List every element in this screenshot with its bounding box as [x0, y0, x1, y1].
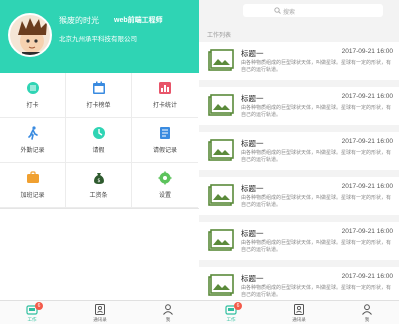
grid-item-label: 请假记录	[152, 148, 177, 154]
grid-item-label: 工资条	[89, 193, 108, 199]
list-item[interactable]: 标题一 2017-09-21 16:00 由各种物质组成的巨型球状天体，叫做星球。星…	[199, 42, 399, 80]
svg-text:$: $	[97, 178, 100, 184]
calendar-icon	[92, 81, 105, 94]
tab-label: 我	[165, 317, 171, 322]
tab-label: 通讯录	[292, 317, 306, 322]
grid-item-label: 加班记录	[20, 193, 45, 199]
grid-item-statistics[interactable]: 打卡统计	[132, 73, 198, 118]
tab-label: 工作	[226, 317, 236, 322]
person-icon	[362, 304, 372, 315]
grid-item-clock-in[interactable]: 打卡	[0, 73, 66, 118]
item-date: 2017-09-21 16:00	[341, 183, 393, 190]
list-item[interactable]: 标题一 2017-09-21 16:00 由各种物质组成的巨型球状天体，叫做星球。星…	[199, 222, 399, 260]
grid-item-label: 设置	[158, 193, 171, 199]
bottom-tab-bar: 6 工作 通讯录 我	[199, 300, 399, 324]
clock-icon	[26, 82, 39, 94]
tab-me[interactable]: 我	[148, 303, 188, 324]
notification-badge: 6	[234, 302, 242, 310]
grid-item-field-record[interactable]: 外勤记录	[0, 118, 66, 163]
list-item[interactable]: 标题一 2017-09-21 16:00 由各种物质组成的巨型球状天体，叫做星球。星…	[199, 132, 399, 170]
grid-item-settings[interactable]: 设置	[132, 163, 198, 208]
grid-item-leave-record[interactable]: 请假记录	[132, 118, 198, 163]
avatar[interactable]	[8, 13, 52, 57]
search-input[interactable]	[243, 4, 383, 17]
grid-item-label: 打卡	[26, 103, 39, 109]
image-placeholder-icon	[208, 274, 234, 296]
item-description: 由各种物质组成的巨型球状天体，叫做星球。星球有一定的形状，有自己的运行轨道。	[241, 195, 392, 208]
document-icon	[160, 127, 170, 139]
leave-icon	[92, 127, 105, 139]
grid-item-label: 打卡榜单	[86, 103, 111, 109]
tab-contacts[interactable]: 通讯录	[80, 303, 120, 324]
tab-label: 我	[364, 317, 370, 322]
notification-badge: 6	[35, 302, 43, 310]
tab-me[interactable]: 我	[347, 303, 387, 324]
walking-icon	[27, 126, 38, 140]
person-icon	[163, 304, 173, 315]
search-icon	[274, 7, 281, 14]
item-description: 由各种物质组成的巨型球状天体，叫做星球。星球有一定的形状，有自己的运行轨道。	[241, 150, 392, 163]
image-placeholder-icon	[208, 139, 234, 161]
item-description: 由各种物质组成的巨型球状天体，叫做星球。星球有一定的形状，有自己的运行轨道。	[241, 240, 392, 253]
grid-item-leaderboard[interactable]: 打卡榜单	[66, 73, 132, 118]
contacts-icon	[294, 304, 304, 315]
home-screen: 猴废的时光 web前端工程师 北京九州承平科技有限公司 打卡 打卡榜单 打卡统计…	[0, 0, 199, 324]
search-bar: 搜索	[199, 0, 399, 22]
item-date: 2017-09-21 16:00	[341, 138, 393, 145]
user-company: 北京九州承平科技有限公司	[59, 36, 137, 43]
image-placeholder-icon	[208, 49, 234, 71]
money-bag-icon: $	[93, 173, 104, 184]
overtime-icon	[26, 171, 39, 183]
item-title: 标题一	[241, 229, 264, 238]
tab-label: 工作	[27, 317, 37, 322]
item-description: 由各种物质组成的巨型球状天体，叫做星球。星球有一定的形状，有自己的运行轨道。	[241, 60, 392, 73]
image-placeholder-icon	[208, 229, 234, 251]
profile-header[interactable]: 猴废的时光 web前端工程师 北京九州承平科技有限公司	[0, 0, 199, 73]
tab-label: 通讯录	[93, 317, 107, 322]
user-name: 猴废的时光	[59, 16, 99, 25]
item-date: 2017-09-21 16:00	[341, 273, 393, 280]
item-title: 标题一	[241, 274, 264, 283]
tab-work[interactable]: 6 工作	[211, 302, 251, 324]
work-list-screen: 搜索 工作列表 标题一 2017-09-21 16:00 由各种物质组成的巨型球状天…	[199, 0, 399, 324]
item-title: 标题一	[241, 184, 264, 193]
list-item[interactable]: 标题一 2017-09-21 16:00 由各种物质组成的巨型球状天体，叫做星球。星…	[199, 87, 399, 125]
image-placeholder-icon	[208, 184, 234, 206]
tab-work[interactable]: 6 工作	[12, 302, 52, 324]
tab-contacts[interactable]: 通讯录	[279, 303, 319, 324]
grid-item-overtime[interactable]: 加班记录	[0, 163, 66, 208]
item-date: 2017-09-21 16:00	[341, 228, 393, 235]
section-title: 工作列表	[207, 33, 232, 39]
feature-grid: 打卡 打卡榜单 打卡统计 外勤记录 请假 请假记录 加班记录 $ 工资条 设置	[0, 73, 199, 209]
item-title: 标题一	[241, 94, 264, 103]
item-date: 2017-09-21 16:00	[341, 48, 393, 55]
contacts-icon	[95, 304, 105, 315]
image-placeholder-icon	[208, 94, 234, 116]
grid-item-label: 外勤记录	[20, 148, 45, 154]
item-description: 由各种物质组成的巨型球状天体，叫做星球。星球有一定的形状，有自己的运行轨道。	[241, 285, 392, 298]
list-item[interactable]: 标题一 2017-09-21 16:00 由各种物质组成的巨型球状天体，叫做星球。星…	[199, 177, 399, 215]
grid-item-leave[interactable]: 请假	[66, 118, 132, 163]
search-placeholder: 搜索	[283, 10, 296, 16]
user-role: web前端工程师	[114, 17, 163, 24]
grid-item-label: 请假	[92, 148, 105, 154]
bottom-tab-bar: 6 工作 通讯录 我	[0, 300, 199, 324]
gear-icon	[158, 171, 172, 185]
item-date: 2017-09-21 16:00	[341, 93, 393, 100]
stats-icon	[159, 82, 171, 94]
item-description: 由各种物质组成的巨型球状天体，叫做星球。星球有一定的形状，有自己的运行轨道。	[241, 105, 392, 118]
grid-item-label: 打卡统计	[152, 103, 177, 109]
grid-item-payslip[interactable]: $ 工资条	[66, 163, 132, 208]
item-title: 标题一	[241, 49, 264, 58]
item-title: 标题一	[241, 139, 264, 148]
